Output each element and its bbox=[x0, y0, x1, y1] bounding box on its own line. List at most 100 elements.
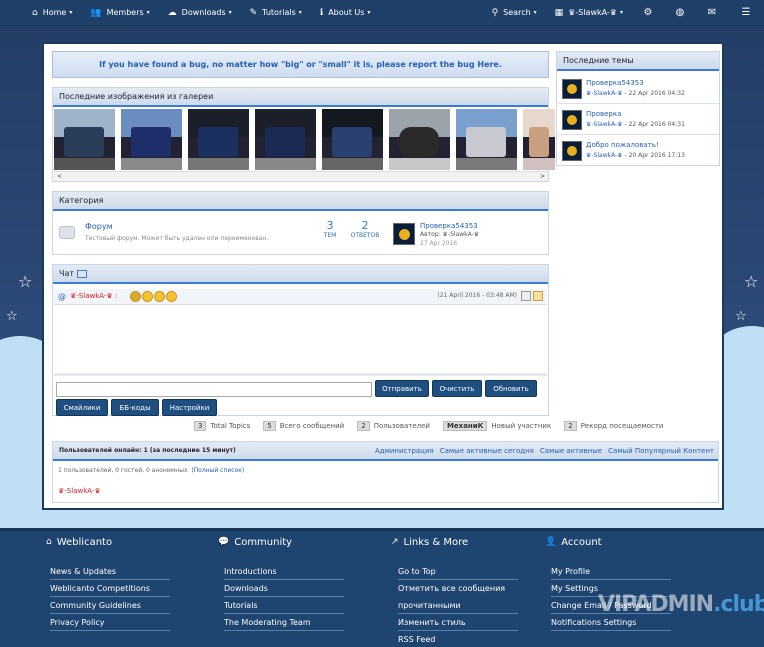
scroll-left-button[interactable]: < bbox=[57, 173, 62, 180]
bug-report-notice[interactable]: If you have found a bug, no matter how "… bbox=[52, 51, 549, 78]
last-post-title[interactable]: Проверка54353 bbox=[420, 222, 478, 230]
star-icon: ☆ bbox=[6, 309, 18, 324]
mention-button[interactable]: @ bbox=[58, 292, 66, 301]
scroll-right-button[interactable]: > bbox=[540, 173, 545, 180]
gallery-thumb[interactable] bbox=[523, 109, 555, 170]
footer-link[interactable]: Introductions bbox=[224, 563, 344, 580]
footer-link[interactable]: Downloads bbox=[224, 580, 344, 597]
footer-column-links: ↗ Links & More Go to Top Отметить все соо… bbox=[391, 531, 518, 647]
gallery-thumb[interactable] bbox=[322, 109, 383, 170]
caret-down-icon: ▾ bbox=[69, 9, 73, 16]
gallery-title: Последние изображения из галереи bbox=[53, 88, 548, 107]
chat-input[interactable] bbox=[56, 382, 372, 397]
edit-message-icon[interactable] bbox=[521, 291, 531, 301]
refresh-button[interactable]: Обновить bbox=[485, 380, 537, 397]
chat-settings-button[interactable]: Настройки bbox=[162, 399, 217, 416]
star-icon: ☆ bbox=[18, 272, 33, 291]
chat-message: @ ♛-SlawkA-♛ : (21 April 2016 - 03:48 AM… bbox=[54, 289, 547, 305]
online-user-link[interactable]: ♛-SlawkA-♛ bbox=[58, 487, 101, 495]
avatar[interactable] bbox=[393, 223, 415, 245]
footer-link[interactable]: RSS Feed bbox=[398, 631, 518, 647]
caret-down-icon: ▾ bbox=[367, 9, 371, 16]
forum-link[interactable]: Форум bbox=[85, 222, 113, 231]
caret-down-icon: ▾ bbox=[533, 9, 537, 16]
newest-member-link[interactable]: МеханиК bbox=[442, 421, 488, 431]
recent-topic-meta: ♛-SlawkA-♛ - 20 Apr 2016 17:13 bbox=[586, 152, 685, 159]
gallery-thumb[interactable] bbox=[188, 109, 249, 170]
language-button[interactable]: ◍ bbox=[664, 0, 696, 26]
smiley-icon bbox=[166, 291, 177, 302]
nav-search[interactable]: ⚲ Search ▾ bbox=[483, 0, 546, 26]
footer-link[interactable]: Tutorials bbox=[224, 597, 344, 614]
home-icon: ⌂ bbox=[32, 7, 38, 18]
last-post-date: 27 Apr 2016 bbox=[420, 240, 458, 247]
online-users-block: Пользователей онлайн: 1 (за последние 15… bbox=[52, 441, 719, 503]
nav-members[interactable]: 👥 Members ▾ bbox=[81, 0, 158, 26]
recent-topic-link[interactable]: Добро пожаловать! bbox=[586, 141, 659, 149]
recent-topic-meta: ♛-SlawkA-♛ - 22 Apr 2016 04:32 bbox=[586, 90, 685, 97]
administration-link[interactable]: Администрация bbox=[375, 447, 434, 455]
gallery-thumb[interactable] bbox=[54, 109, 115, 170]
chat-username[interactable]: ♛-SlawkA-♛ : bbox=[70, 292, 117, 300]
avatar[interactable] bbox=[562, 79, 582, 99]
footer-link[interactable]: прочитанными bbox=[398, 597, 518, 614]
topics-stat: 3 ТЕМ bbox=[323, 219, 337, 239]
clear-button[interactable]: Очистить bbox=[432, 380, 482, 397]
main-panel: If you have found a bug, no matter how "… bbox=[42, 42, 724, 510]
footer-link[interactable]: Изменить стиль bbox=[398, 614, 518, 631]
footer-link[interactable]: My Profile bbox=[551, 563, 671, 580]
categories-title: Категория bbox=[53, 192, 548, 211]
caret-down-icon: ▾ bbox=[146, 9, 150, 16]
online-links: Администрация Самые активные сегодня Сам… bbox=[375, 447, 714, 455]
recent-topic-link[interactable]: Проверка bbox=[586, 110, 621, 118]
bbcodes-button[interactable]: ББ-коды bbox=[111, 399, 159, 416]
user-icon: 👤 bbox=[545, 537, 557, 547]
footer-heading: ↗ Links & More bbox=[391, 536, 469, 548]
settings-button[interactable]: ⚙ bbox=[632, 0, 664, 26]
popup-window-icon[interactable] bbox=[77, 269, 88, 278]
gallery-thumbs bbox=[54, 109, 555, 170]
smiley-icon bbox=[154, 291, 165, 302]
full-list-link[interactable]: (Полный список) bbox=[191, 467, 244, 474]
nav-downloads[interactable]: ☁ Downloads ▾ bbox=[159, 0, 241, 26]
delete-message-icon[interactable] bbox=[533, 291, 543, 301]
last-post-author[interactable]: Автор: ♛-SlawkA-♛ bbox=[420, 231, 479, 238]
nav-about[interactable]: ℹ About Us ▾ bbox=[311, 0, 380, 26]
popular-content-link[interactable]: Самый Популярный Контент bbox=[608, 447, 714, 455]
recent-topic-link[interactable]: Проверка54353 bbox=[586, 79, 644, 87]
nav-tutorials[interactable]: ✎ Tutorials ▾ bbox=[241, 0, 311, 26]
pencil-icon: ✎ bbox=[249, 7, 258, 18]
footer-link[interactable]: The Moderating Team bbox=[224, 614, 344, 631]
gallery-thumb[interactable] bbox=[389, 109, 450, 170]
recent-topic-item: Добро пожаловать! ♛-SlawkA-♛ - 20 Apr 20… bbox=[558, 136, 719, 166]
avatar[interactable] bbox=[562, 110, 582, 130]
avatar[interactable] bbox=[562, 141, 582, 161]
recent-topic-meta: ♛-SlawkA-♛ - 22 Apr 2016 04:31 bbox=[586, 121, 685, 128]
nav-home[interactable]: ⌂ Home ▾ bbox=[0, 0, 81, 26]
footer-link[interactable]: Weblicanto Competitions bbox=[50, 580, 170, 597]
chat-timestamp: (21 April 2016 - 03:48 AM) bbox=[437, 292, 517, 299]
footer-heading: ⌂ Weblicanto bbox=[46, 536, 113, 548]
footer-link[interactable]: Community Guidelines bbox=[50, 597, 170, 614]
star-icon: ☆ bbox=[735, 309, 747, 324]
chat-scrollbar[interactable] bbox=[54, 373, 547, 376]
footer-heading: 👤 Account bbox=[545, 536, 602, 548]
chat-title: Чат bbox=[53, 265, 548, 284]
smileys-button[interactable]: Смайлики bbox=[56, 399, 108, 416]
menu-button[interactable]: ☰ bbox=[728, 0, 764, 26]
gallery-scrollbar[interactable]: < > bbox=[54, 171, 548, 181]
gallery-thumb[interactable] bbox=[121, 109, 182, 170]
send-button[interactable]: Отправить bbox=[375, 380, 429, 397]
footer-link[interactable]: Отметить все сообщения bbox=[398, 580, 518, 597]
footer-link[interactable]: Go to Top bbox=[398, 563, 518, 580]
messages-button[interactable]: ✉ bbox=[696, 0, 728, 26]
gallery-thumb[interactable] bbox=[255, 109, 316, 170]
nav-user[interactable]: ▦ ♛-SlawkA-♛ ▾ bbox=[546, 0, 632, 26]
gallery-thumb[interactable] bbox=[456, 109, 517, 170]
footer-link[interactable]: Privacy Policy bbox=[50, 614, 170, 631]
online-title: Пользователей онлайн: 1 (за последние 15… bbox=[53, 442, 718, 461]
chat-block: Чат @ ♛-SlawkA-♛ : (21 April 2016 - 03:4… bbox=[52, 264, 549, 416]
footer-link[interactable]: News & Updates bbox=[50, 563, 170, 580]
most-active-today-link[interactable]: Самые активные сегодня bbox=[440, 447, 534, 455]
most-active-link[interactable]: Самые активные bbox=[540, 447, 602, 455]
